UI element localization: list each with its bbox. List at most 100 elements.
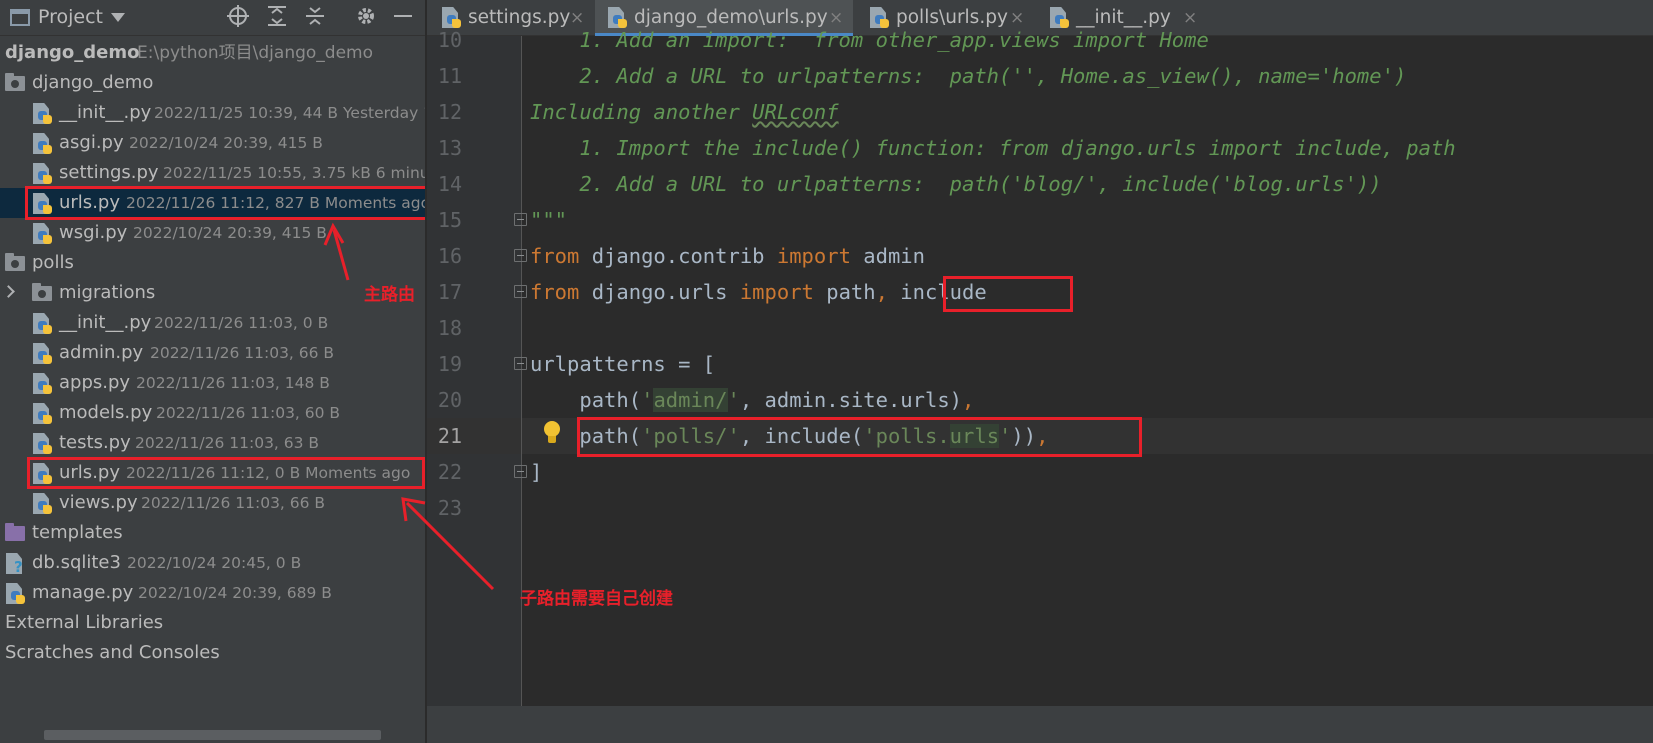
code-line-14[interactable]: 2. Add a URL to urlpatterns: path('blog/… xyxy=(530,166,1382,202)
tree-folder-django-demo[interactable]: django_demo xyxy=(0,68,425,98)
python-file-icon xyxy=(33,343,53,365)
python-file-icon xyxy=(33,193,53,215)
tree-item-meta: 2022/11/26 11:03, 63 B xyxy=(135,434,320,452)
tree-item-label: views.py xyxy=(59,492,138,513)
line-number: 23 xyxy=(437,496,462,520)
tree-item-label: asgi.py xyxy=(59,132,124,153)
tree-file-urls-py-main[interactable]: urls.py 2022/11/26 11:12, 827 B Moments … xyxy=(0,188,426,218)
tree-file-init-py[interactable]: __init__.py 2022/11/25 10:39, 44 B Yeste… xyxy=(0,98,426,128)
tree-file-wsgi-py[interactable]: wsgi.py 2022/10/24 20:39, 415 B xyxy=(0,218,425,248)
chevron-right-icon[interactable] xyxy=(2,285,15,298)
tree-file-db-sqlite3[interactable]: ? db.sqlite3 2022/10/24 20:45, 0 B xyxy=(0,548,425,578)
code-text: """ xyxy=(530,208,568,232)
code-string: ' xyxy=(641,388,654,412)
tree-file-views-py[interactable]: views.py 2022/11/26 11:03, 66 B xyxy=(0,488,425,518)
code-line-22[interactable]: ] xyxy=(530,454,542,490)
code-text: urlpatterns = [ xyxy=(530,352,716,376)
code-line-20[interactable]: path('admin/', admin.site.urls), xyxy=(530,382,974,418)
code-line-12[interactable]: Including another URLconf xyxy=(530,94,839,130)
tree-item-meta: 2022/11/26 11:03, 60 B xyxy=(156,404,341,422)
tree-scratches-consoles[interactable]: Scratches and Consoles xyxy=(0,638,425,668)
gear-icon[interactable] xyxy=(353,5,379,31)
line-number: 14 xyxy=(437,172,462,196)
tree-file-models-py[interactable]: models.py 2022/11/26 11:03, 60 B xyxy=(0,398,425,428)
line-number: 21 xyxy=(437,424,462,448)
python-file-icon xyxy=(33,313,53,335)
project-window-icon xyxy=(10,9,30,26)
tree-file-polls-init-py[interactable]: __init__.py 2022/11/26 11:03, 0 B xyxy=(0,308,425,338)
project-view-title[interactable]: Project xyxy=(38,6,103,28)
code-string: admin/ xyxy=(653,388,728,412)
code-line-10[interactable]: 1. Add an import: from other_app.views i… xyxy=(530,22,1208,58)
tree-item-meta: 2022/11/26 11:12, 0 B Moments ago xyxy=(126,464,411,482)
python-file-icon xyxy=(33,403,53,425)
code-line-17[interactable]: from django.urls import path, include xyxy=(530,274,987,310)
horizontal-scrollbar[interactable] xyxy=(44,730,381,740)
line-number: 12 xyxy=(437,100,462,124)
tree-file-admin-py[interactable]: admin.py 2022/11/26 11:03, 66 B xyxy=(0,338,425,368)
tree-folder-templates[interactable]: templates xyxy=(0,518,425,548)
code-text: include xyxy=(887,280,987,304)
code-string: ' xyxy=(727,388,740,412)
line-number: 18 xyxy=(437,316,462,340)
tree-file-asgi-py[interactable]: asgi.py 2022/10/24 20:39, 415 B xyxy=(0,128,425,158)
lightbulb-icon[interactable] xyxy=(544,421,560,445)
code-punct: , xyxy=(1036,424,1049,448)
fold-marker-icon[interactable] xyxy=(514,357,527,370)
code-line-21[interactable]: path('polls/', include('polls.urls')), xyxy=(530,418,1048,454)
tree-folder-polls[interactable]: polls xyxy=(0,248,425,278)
chevron-down-icon[interactable] xyxy=(111,13,125,22)
fold-marker-icon[interactable] xyxy=(514,465,527,478)
collapse-all-icon[interactable] xyxy=(302,5,328,31)
tree-item-label: urls.py xyxy=(59,462,120,483)
tree-folder-migrations[interactable]: migrations xyxy=(0,278,425,308)
tree-item-meta: 2022/11/26 11:03, 66 B xyxy=(150,344,335,362)
fold-marker-icon[interactable] xyxy=(514,249,527,262)
python-file-icon xyxy=(33,493,53,515)
python-file-icon xyxy=(6,583,26,605)
folder-icon xyxy=(32,283,52,301)
code-keyword: import xyxy=(776,244,851,268)
tree-file-manage-py[interactable]: manage.py 2022/10/24 20:39, 689 B xyxy=(0,578,425,608)
code-text: admin xyxy=(850,244,925,268)
code-string: 'polls. xyxy=(863,424,950,448)
code-text: django.urls xyxy=(579,280,740,304)
fold-marker-icon[interactable] xyxy=(514,285,527,298)
code-line-16[interactable]: from django.contrib import admin xyxy=(530,238,925,274)
code-punct: , xyxy=(875,280,888,304)
locate-icon[interactable] xyxy=(225,5,251,31)
tree-item-label: Scratches and Consoles xyxy=(5,642,220,663)
code-text: , admin.site.urls) xyxy=(739,388,963,412)
python-file-icon xyxy=(33,103,53,125)
minimize-icon[interactable] xyxy=(390,5,416,31)
project-root[interactable]: django_demo E:\python项目\django_demo xyxy=(0,38,425,68)
tree-file-apps-py[interactable]: apps.py 2022/11/26 11:03, 148 B xyxy=(0,368,425,398)
code-text: 2. Add a URL to urlpatterns: path('blog/… xyxy=(530,172,1382,196)
tree-item-label: manage.py xyxy=(32,582,134,603)
code-line-11[interactable]: 2. Add a URL to urlpatterns: path('', Ho… xyxy=(530,58,1406,94)
code-string: 'polls/' xyxy=(641,424,740,448)
code-line-13[interactable]: 1. Import the include() function: from d… xyxy=(530,130,1455,166)
tree-item-meta: 2022/11/26 11:12, 827 B Moments ago xyxy=(126,194,426,212)
tree-item-meta: 2022/11/25 10:39, 44 B Yesterday 17 xyxy=(154,104,426,122)
expand-all-icon[interactable] xyxy=(264,5,290,31)
python-file-icon xyxy=(33,133,53,155)
code-text: , include( xyxy=(739,424,864,448)
line-number: 13 xyxy=(437,136,462,160)
line-number: 11 xyxy=(437,64,462,88)
tree-external-libraries[interactable]: External Libraries xyxy=(0,608,425,638)
tree-file-tests-py[interactable]: tests.py 2022/11/26 11:03, 63 B xyxy=(0,428,425,458)
fold-marker-icon[interactable] xyxy=(514,213,527,226)
code-line-19[interactable]: urlpatterns = [ xyxy=(530,346,715,382)
tree-item-label: tests.py xyxy=(59,432,131,453)
code-line-15[interactable]: """ xyxy=(530,202,567,238)
code-string: ' xyxy=(999,424,1012,448)
tree-file-settings-py[interactable]: settings.py 2022/11/25 10:55, 3.75 kB 6 … xyxy=(0,158,425,188)
tree-item-meta: 2022/10/24 20:45, 0 B xyxy=(127,554,302,572)
tree-file-polls-urls-py[interactable]: urls.py 2022/11/26 11:12, 0 B Moments ag… xyxy=(0,458,425,488)
code-punct: , xyxy=(962,388,975,412)
line-number: 17 xyxy=(437,280,462,304)
tree-item-label: migrations xyxy=(59,282,156,303)
python-file-icon xyxy=(33,373,53,395)
project-root-name: django_demo xyxy=(5,42,140,63)
